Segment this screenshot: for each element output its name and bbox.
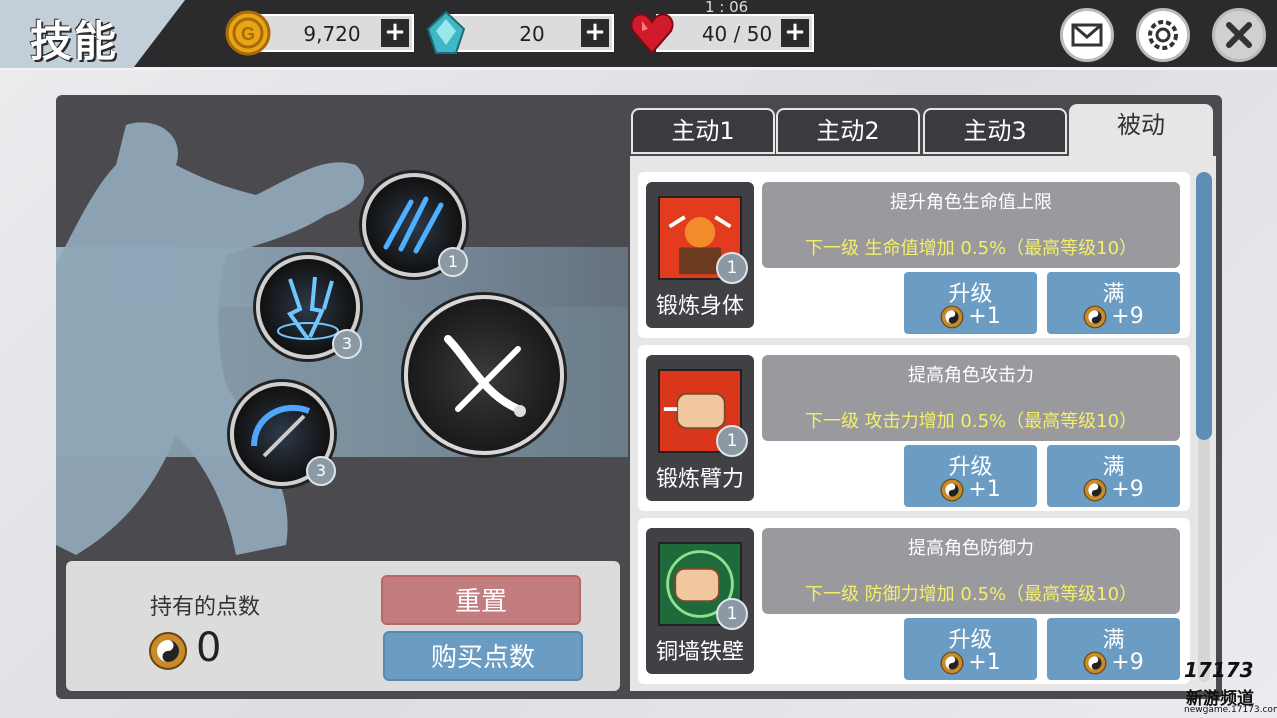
gem-counter: 20 +: [446, 14, 614, 52]
max-cost: +9: [1047, 650, 1180, 675]
watermark-brand: 17173: [1184, 658, 1254, 682]
upgrade-cost: +1: [904, 304, 1037, 329]
max-cost-value: +9: [1111, 477, 1144, 502]
crossed-blades-icon: [444, 335, 526, 417]
max-cost-value: +9: [1111, 650, 1144, 675]
skill-node-ice-claw[interactable]: 1: [362, 173, 468, 277]
yin-yang-coin-icon: [1083, 305, 1107, 329]
yin-yang-coin-icon: [940, 305, 964, 329]
skill-description: 提高角色攻击力 下一级 攻击力增加 0.5%（最高等级10）: [762, 355, 1180, 441]
skill-description: 提高角色防御力 下一级 防御力增加 0.5%（最高等级10）: [762, 528, 1180, 614]
next-level-text: 下一级 防御力增加 0.5%（最高等级10）: [804, 584, 1138, 605]
points-label: 持有的点数: [150, 595, 261, 620]
heart-gem-icon: [630, 13, 674, 55]
yin-yang-coin-icon: [940, 651, 964, 675]
yin-yang-coin-icon: [1083, 478, 1107, 502]
skill-level-badge: 1: [716, 252, 748, 284]
upgrade-button[interactable]: 升级 +1: [904, 272, 1037, 334]
scrollbar-thumb[interactable]: [1196, 172, 1212, 440]
add-heart-button[interactable]: +: [781, 19, 809, 47]
skill-effect-text: 提高角色攻击力: [908, 365, 1034, 386]
yin-yang-coin-icon: [1083, 651, 1107, 675]
mail-icon: [1071, 23, 1103, 47]
heart-value: 40 / 50: [701, 22, 773, 46]
skill-name: 锻炼身体: [655, 294, 744, 319]
skill-node-lightning-strike[interactable]: 3: [256, 255, 362, 359]
upgrade-cost-value: +1: [968, 650, 1001, 675]
skill-card: 1 铜墙铁壁 提高角色防御力 下一级 防御力增加 0.5%（最高等级10） 升级…: [638, 518, 1190, 684]
svg-text:G: G: [241, 24, 255, 44]
skill-effect-text: 提升角色生命值上限: [890, 192, 1052, 213]
max-cost: +9: [1047, 477, 1180, 502]
points-value: 0: [196, 625, 222, 671]
upgrade-cost-value: +1: [968, 477, 1001, 502]
settings-button[interactable]: [1136, 8, 1190, 62]
max-upgrade-button[interactable]: 满 +9: [1047, 445, 1180, 507]
skill-icon-box[interactable]: 1 铜墙铁壁: [646, 528, 754, 674]
add-gem-button[interactable]: +: [581, 19, 609, 47]
upgrade-button[interactable]: 升级 +1: [904, 618, 1037, 680]
max-cost: +9: [1047, 304, 1180, 329]
skill-name: 锻炼臂力: [655, 467, 744, 492]
skill-level-badge: 1: [716, 425, 748, 457]
crystal-gem-icon: [426, 10, 466, 54]
skill-icon-box[interactable]: 1 锻炼臂力: [646, 355, 754, 501]
gold-coin-icon: G: [225, 10, 271, 56]
skill-node-blade-swirl[interactable]: 3: [230, 382, 336, 486]
buy-points-button[interactable]: 购买点数: [383, 631, 583, 681]
skill-card: 1 锻炼臂力 提高角色攻击力 下一级 攻击力增加 0.5%（最高等级10） 升级…: [638, 345, 1190, 511]
gem-value: 20: [519, 22, 545, 46]
skill-level-badge: 3: [332, 329, 362, 359]
tab-passive[interactable]: 被动: [1069, 104, 1213, 160]
yin-yang-coin-icon: [940, 478, 964, 502]
tab-active-1[interactable]: 主动1: [631, 108, 775, 154]
skill-level-badge: 1: [438, 247, 468, 277]
skill-node-main-slash[interactable]: [404, 295, 564, 455]
upgrade-button[interactable]: 升级 +1: [904, 445, 1037, 507]
next-level-text: 下一级 生命值增加 0.5%（最高等级10）: [804, 238, 1138, 259]
points-box: 持有的点数 0 重置 购买点数: [66, 561, 620, 691]
heart-counter: 40 / 50 +: [656, 14, 814, 52]
upgrade-cost: +1: [904, 650, 1037, 675]
max-upgrade-button[interactable]: 满 +9: [1047, 272, 1180, 334]
skill-name: 铜墙铁壁: [655, 640, 744, 665]
yin-yang-coin-icon: [149, 632, 187, 670]
skill-effect-text: 提高角色防御力: [908, 538, 1034, 559]
watermark-url: newgame.17173.com: [1184, 705, 1277, 715]
tab-active-2[interactable]: 主动2: [776, 108, 920, 154]
skill-level-badge: 3: [306, 456, 336, 486]
upgrade-cost: +1: [904, 477, 1037, 502]
close-icon: [1226, 22, 1252, 48]
next-level-text: 下一级 攻击力增加 0.5%（最高等级10）: [804, 411, 1138, 432]
page-title: 技能: [30, 17, 119, 66]
max-cost-value: +9: [1111, 304, 1144, 329]
watermark: 17173 新游频道 newgame.17173.com: [1176, 658, 1277, 718]
skill-level-badge: 1: [716, 598, 748, 630]
reset-button[interactable]: 重置: [381, 575, 581, 625]
upgrade-cost-value: +1: [968, 304, 1001, 329]
close-button[interactable]: [1212, 8, 1266, 62]
top-bar: 技能 9,720 + G 20 + 1 : 06 40 / 50 +: [0, 0, 1277, 70]
skill-card: 1 锻炼身体 提升角色生命值上限 下一级 生命值增加 0.5%（最高等级10） …: [638, 172, 1190, 338]
gear-icon: [1148, 20, 1178, 50]
max-upgrade-button[interactable]: 满 +9: [1047, 618, 1180, 680]
skill-description: 提升角色生命值上限 下一级 生命值增加 0.5%（最高等级10）: [762, 182, 1180, 268]
gold-value: 9,720: [303, 22, 361, 46]
tab-active-3[interactable]: 主动3: [923, 108, 1067, 154]
skill-icon-box[interactable]: 1 锻炼身体: [646, 182, 754, 328]
mail-button[interactable]: [1060, 8, 1114, 62]
add-gold-button[interactable]: +: [381, 19, 409, 47]
